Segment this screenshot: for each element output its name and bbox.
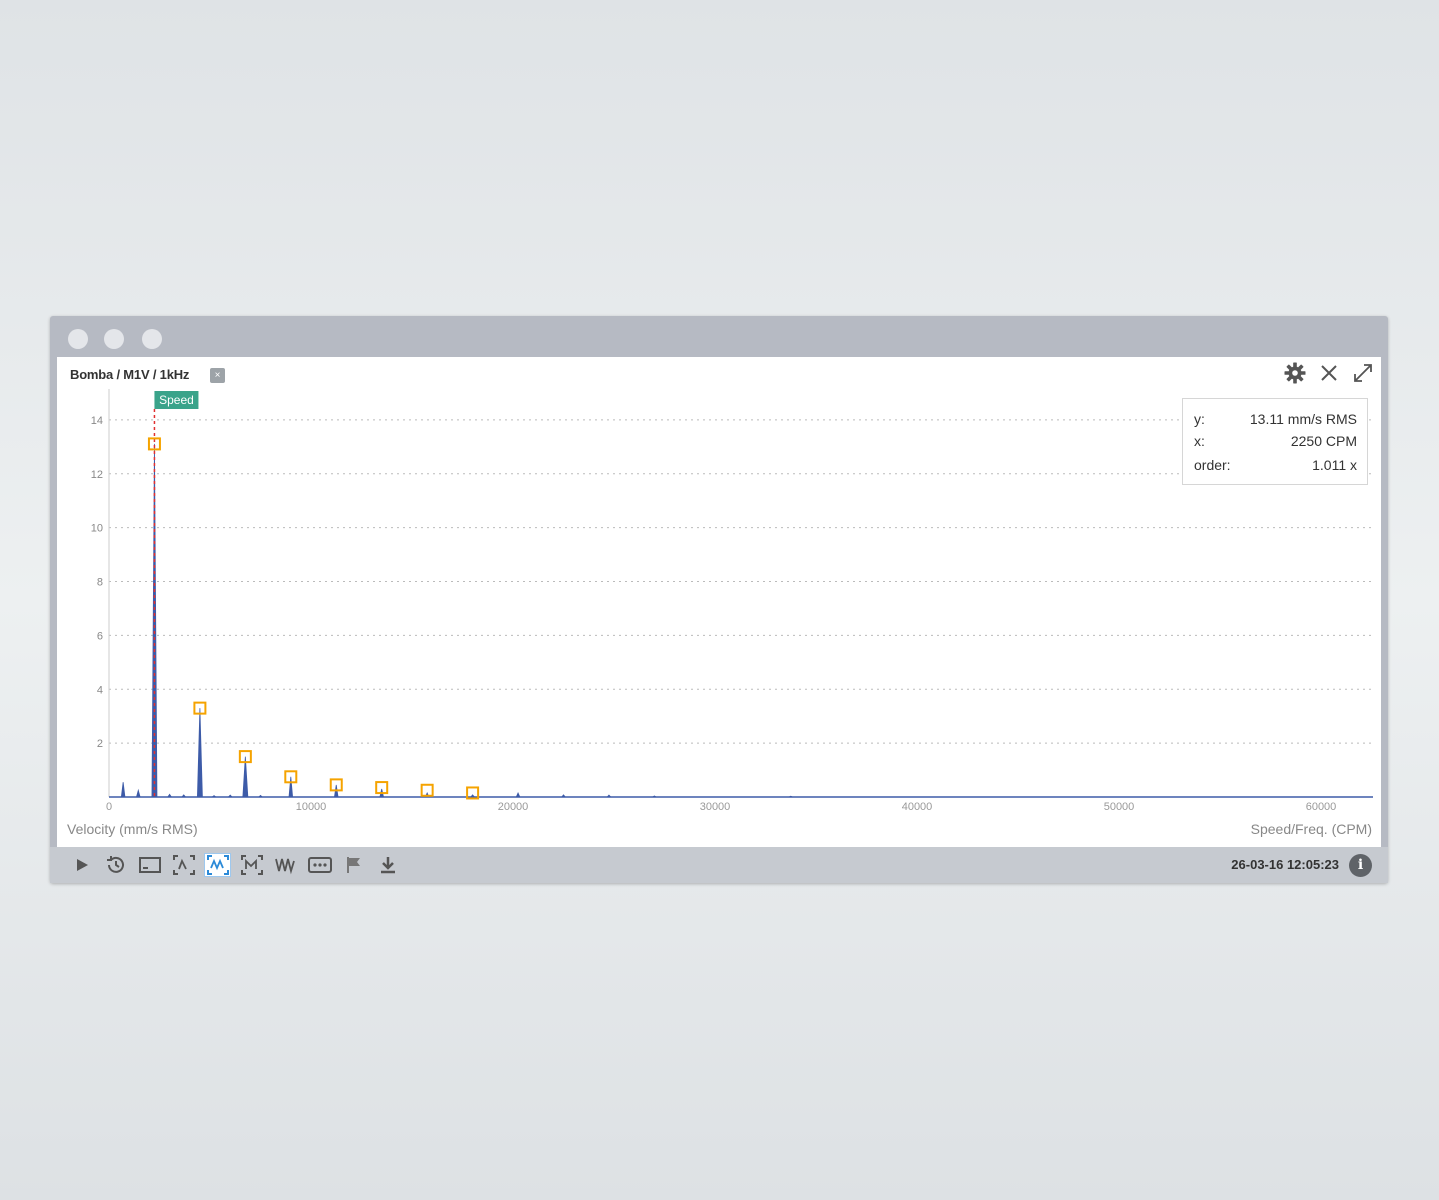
- y-tick-label: 14: [91, 415, 103, 427]
- window-dot-maximize[interactable]: [142, 329, 162, 349]
- x-tick-label: 50000: [1104, 801, 1135, 813]
- spectrum-peak[interactable]: [227, 794, 233, 798]
- x-tick-label: 0: [106, 801, 112, 813]
- y-tick-label: 12: [91, 469, 103, 481]
- spectrum-peak[interactable]: [181, 794, 187, 798]
- spectrum-peak[interactable]: [211, 795, 218, 798]
- timestamp: 26-03-16 12:05:23: [1231, 857, 1339, 872]
- more-icon[interactable]: [306, 853, 333, 877]
- bottom-toolbar: 26-03-16 12:05:23 i: [50, 847, 1388, 883]
- spectrum-peak[interactable]: [167, 793, 173, 798]
- window-icon[interactable]: [136, 853, 163, 877]
- tooltip-y-row: y: 13.11 mm/s RMS: [1194, 411, 1357, 429]
- y-tick-label: 4: [97, 684, 103, 696]
- y-axis-label: Velocity (mm/s RMS): [67, 821, 198, 837]
- zoom-wave-icon[interactable]: [238, 853, 265, 877]
- spectrum-peak[interactable]: [120, 782, 126, 798]
- spectrum-peak[interactable]: [196, 708, 203, 798]
- spectrum-peak[interactable]: [257, 794, 264, 798]
- x-tick-label: 10000: [296, 801, 327, 813]
- spectrum-peak[interactable]: [560, 794, 567, 798]
- history-icon[interactable]: [102, 853, 129, 877]
- x-axis-label: Speed/Freq. (CPM): [1250, 821, 1372, 837]
- y-tick-label: 8: [97, 577, 103, 589]
- spectrum-peak[interactable]: [651, 795, 658, 798]
- tooltip-order-row: order: 1.011 x: [1194, 457, 1357, 475]
- flag-icon[interactable]: [340, 853, 367, 877]
- y-tick-label: 2: [97, 738, 103, 750]
- tooltip-x-row: x: 2250 CPM: [1194, 433, 1357, 451]
- waveform-active-icon[interactable]: [204, 853, 231, 877]
- x-tick-label: 30000: [700, 801, 731, 813]
- app-window: Bomba / M1V / 1kHz × 2 4 6 8 10 12 14 0 …: [50, 316, 1388, 883]
- x-tick-label: 60000: [1306, 801, 1337, 813]
- window-titlebar: [50, 316, 1388, 356]
- y-tick-label: 10: [91, 523, 103, 535]
- chart-panel: Bomba / M1V / 1kHz × 2 4 6 8 10 12 14 0 …: [57, 357, 1381, 847]
- wave-icon[interactable]: [272, 853, 299, 877]
- spectrum-peak[interactable]: [469, 794, 476, 798]
- x-tick-label: 20000: [498, 801, 529, 813]
- spectrum-peak[interactable]: [135, 788, 141, 798]
- toolbar-icons: [68, 853, 401, 877]
- tooltip-order-value: 1.011 x: [1312, 457, 1357, 473]
- info-icon[interactable]: i: [1349, 854, 1372, 877]
- x-tick-label: 40000: [902, 801, 933, 813]
- speed-tag-label: Speed: [159, 393, 194, 407]
- tooltip-x-label: x:: [1194, 433, 1205, 449]
- play-icon[interactable]: [68, 853, 95, 877]
- window-dot-close[interactable]: [68, 329, 88, 349]
- download-icon[interactable]: [374, 853, 401, 877]
- y-tick-label: 6: [97, 630, 103, 642]
- spectrum-peak[interactable]: [288, 776, 294, 798]
- cursor-tooltip: y: 13.11 mm/s RMS x: 2250 CPM order: 1.0…: [1182, 398, 1368, 485]
- tooltip-x-value: 2250 CPM: [1290, 433, 1357, 449]
- spectrum-peak[interactable]: [515, 791, 521, 798]
- window-dot-minimize[interactable]: [104, 329, 124, 349]
- spectrum-fit-icon[interactable]: [170, 853, 197, 877]
- tooltip-y-value: 13.11 mm/s RMS: [1249, 411, 1357, 427]
- spectrum-peak[interactable]: [606, 794, 612, 798]
- tooltip-order-label: order:: [1194, 457, 1231, 473]
- tooltip-y-label: y:: [1194, 411, 1205, 427]
